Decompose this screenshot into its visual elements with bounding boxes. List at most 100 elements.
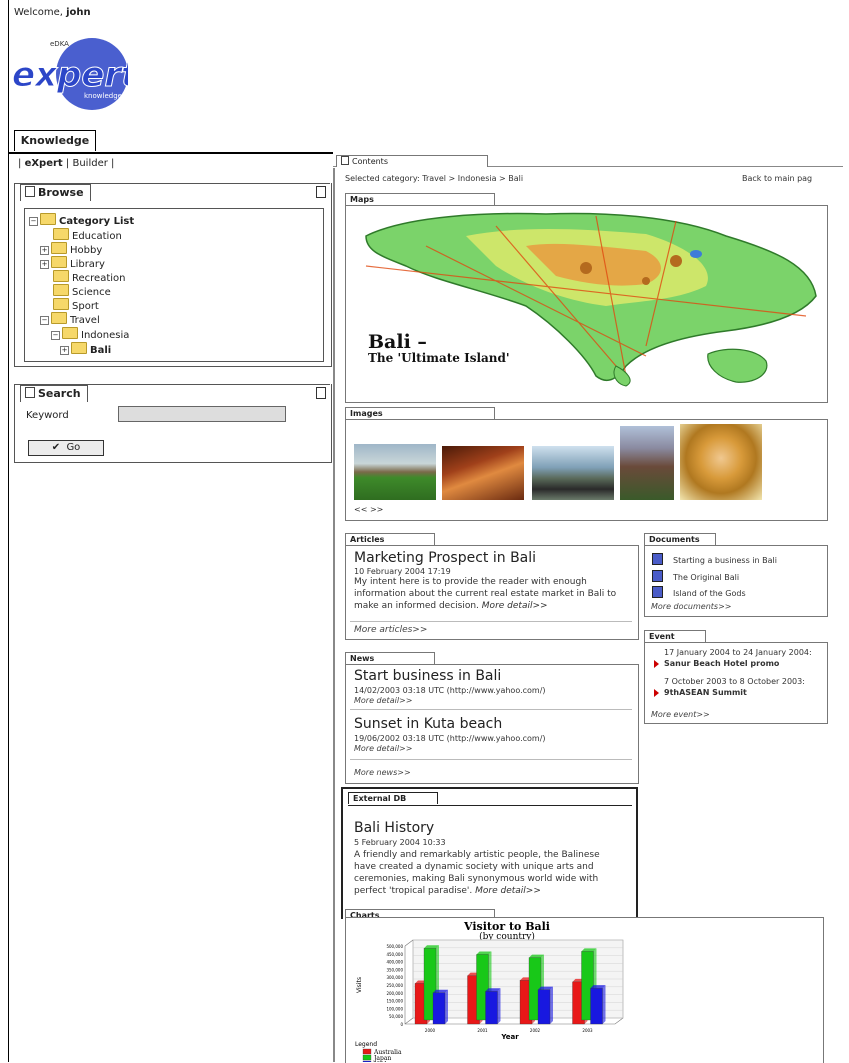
x-axis-label: Year (500, 1033, 519, 1041)
y-axis-label: Visits (356, 977, 363, 993)
bar-usa (537, 989, 551, 1025)
x-tick-label: 2000 (425, 1028, 436, 1033)
tree-item-recreation[interactable]: Recreation (53, 270, 125, 284)
y-tick-label: 350,000 (386, 967, 403, 972)
news-more-detail-link[interactable]: More detail>> (354, 744, 412, 753)
documents-tab[interactable]: Documents (644, 533, 716, 545)
subnav-expert-link[interactable]: eXpert (25, 158, 63, 169)
document-icon (652, 553, 663, 565)
folder-icon (71, 342, 87, 354)
external-title[interactable]: Bali History (354, 820, 434, 836)
document-item[interactable]: Starting a business in Bali (652, 553, 777, 565)
y-tick-label: 300,000 (386, 975, 403, 980)
article-more-detail-link[interactable]: More detail>> (482, 601, 548, 611)
logo-main-text: expert (12, 55, 128, 95)
divider (350, 621, 632, 622)
new-page-icon[interactable] (316, 186, 326, 198)
more-news-link[interactable]: More news>> (354, 768, 411, 777)
bar-usa (432, 992, 446, 1025)
legend-title: Legend (355, 1041, 377, 1048)
tree-item-hobby[interactable]: + Hobby (40, 242, 102, 256)
tree-item-indonesia[interactable]: − Indonesia (51, 327, 129, 341)
folder-open-icon (51, 312, 67, 324)
y-tick-label: 100,000 (386, 1006, 403, 1011)
x-tick-label: 2002 (530, 1028, 541, 1033)
event-tab[interactable]: Event (644, 630, 706, 642)
map-subtitle: The 'Ultimate Island' (368, 351, 510, 365)
bar-side (445, 989, 448, 1024)
article-title[interactable]: Marketing Prospect in Bali (354, 550, 536, 566)
page-icon (25, 387, 35, 398)
folder-open-icon (40, 213, 56, 225)
document-item[interactable]: Island of the Gods (652, 586, 746, 598)
image-thumb-5[interactable] (680, 424, 762, 500)
tree-item-science[interactable]: Science (53, 284, 111, 298)
folder-icon (51, 256, 67, 268)
go-button[interactable]: ✔ Go (28, 440, 104, 456)
document-item[interactable]: The Original Bali (652, 570, 739, 582)
news-more-detail-link[interactable]: More detail>> (354, 696, 412, 705)
bali-map: Bali – The 'Ultimate Island' (365, 212, 817, 387)
event-item[interactable]: 17 January 2004 to 24 January 2004: Sanu… (664, 647, 822, 669)
y-tick-label: 150,000 (386, 999, 403, 1004)
more-event-link[interactable]: More event>> (651, 710, 710, 719)
legend-swatch (362, 1054, 372, 1061)
news-meta: 14/02/2003 03:18 UTC (http://www.yahoo.c… (354, 686, 546, 695)
tree-item-education[interactable]: Education (53, 228, 122, 242)
contents-tab[interactable]: Contents (336, 155, 488, 167)
image-thumb-4[interactable] (620, 426, 674, 500)
tree-item-bali[interactable]: + Bali (60, 342, 111, 356)
logo-sub-text: knowledge (84, 92, 122, 100)
expert-logo: eDKA expert knowledge (12, 36, 140, 120)
bar-side (550, 986, 553, 1024)
bar-usa (590, 987, 603, 1025)
folder-icon (53, 270, 69, 282)
news-tab[interactable]: News (345, 652, 435, 664)
more-documents-link[interactable]: More documents>> (651, 602, 732, 611)
image-thumb-2[interactable] (442, 446, 524, 500)
news-title[interactable]: Start business in Bali (354, 668, 501, 684)
folder-icon (53, 228, 69, 240)
breadcrumb: Selected category: Travel > Indonesia > … (345, 174, 524, 183)
tab-knowledge[interactable]: Knowledge (14, 130, 96, 151)
folder-icon (51, 242, 67, 254)
images-pager[interactable]: << >> (354, 505, 383, 514)
tree-item-sport[interactable]: Sport (53, 298, 99, 312)
new-page-icon[interactable] (316, 387, 326, 399)
image-thumb-1[interactable] (354, 444, 436, 500)
search-tab[interactable]: Search (20, 385, 88, 402)
event-item[interactable]: 7 October 2003 to 8 October 2003: 9thASE… (664, 676, 822, 698)
tree-item-travel[interactable]: − Travel (40, 312, 100, 326)
logo-top-text: eDKA (50, 40, 69, 48)
y-tick-label: 500,000 (386, 944, 403, 949)
back-link[interactable]: Back to main pag (742, 174, 812, 183)
tree-item-library[interactable]: + Library (40, 256, 105, 270)
articles-tab[interactable]: Articles (345, 533, 435, 545)
red-arrow-icon (654, 689, 659, 700)
username: john (66, 7, 91, 18)
checkmark-icon: ✔ (51, 442, 61, 453)
keyword-input[interactable] (118, 406, 286, 422)
more-articles-link[interactable]: More articles>> (354, 625, 427, 635)
image-thumb-3[interactable] (532, 446, 614, 500)
subnav-builder-link[interactable]: Builder (72, 158, 107, 169)
news-meta: 19/06/2002 03:18 UTC (http://www.yahoo.c… (354, 734, 546, 743)
article-date: 10 February 2004 17:19 (354, 567, 451, 576)
browse-tab[interactable]: Browse (20, 184, 91, 201)
y-tick-label: 400,000 (386, 960, 403, 965)
tree-root[interactable]: − Category List (29, 213, 134, 227)
external-db-tab[interactable]: External DB (348, 792, 438, 804)
divider (350, 759, 632, 760)
y-tick-label: 250,000 (386, 983, 403, 988)
images-tab[interactable]: Images (345, 407, 495, 419)
article-body: My intent here is to provide the reader … (354, 577, 617, 611)
folder-icon (53, 284, 69, 296)
folder-open-icon (62, 327, 78, 339)
maps-tab[interactable]: Maps (345, 193, 495, 205)
external-more-detail-link[interactable]: More detail>> (475, 886, 541, 896)
external-date: 5 February 2004 10:33 (354, 838, 446, 847)
keyword-label: Keyword (26, 410, 69, 421)
news-title[interactable]: Sunset in Kuta beach (354, 716, 502, 732)
bar-side (497, 988, 501, 1024)
y-tick-label: 200,000 (386, 991, 403, 996)
